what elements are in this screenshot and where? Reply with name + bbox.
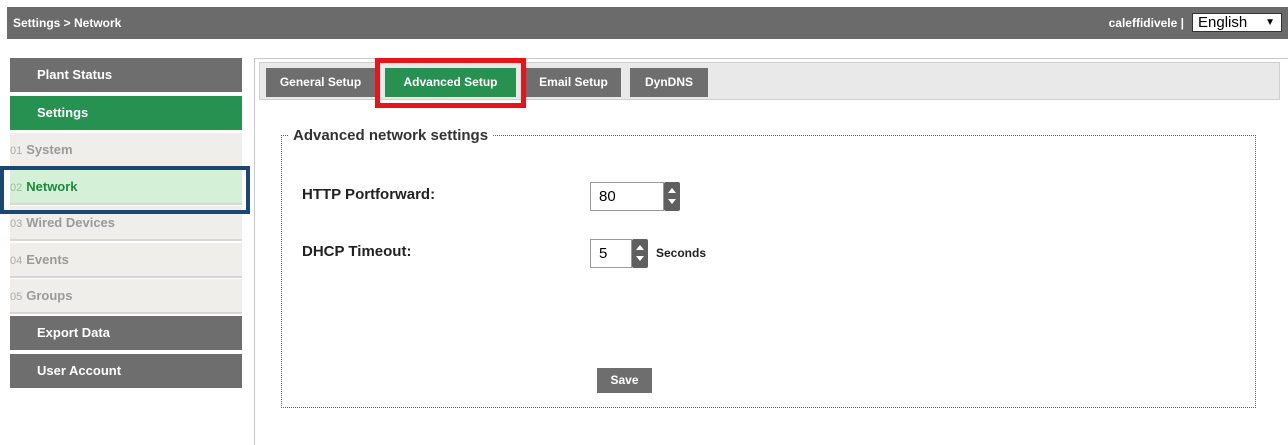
tab-highlight-frame — [375, 58, 526, 108]
tab-dyndns[interactable]: DynDNS — [630, 68, 708, 97]
sidebar-item-plant-status[interactable]: Plant Status — [10, 58, 242, 92]
subitem-label: Groups — [26, 288, 73, 303]
subitem-label: Events — [26, 252, 69, 267]
chevron-down-icon: ▼ — [1265, 17, 1275, 28]
arrow-down-icon — [668, 199, 676, 204]
http-portforward-label: HTTP Portforward: — [302, 186, 436, 203]
subitem-number: 03 — [10, 218, 23, 230]
save-button[interactable]: Save — [597, 368, 652, 393]
subitem-label: Wired Devices — [26, 215, 116, 230]
subitem-number: 05 — [10, 291, 23, 303]
top-bar: Settings > Network caleffidivele | Engli… — [7, 7, 1288, 39]
arrow-up-icon — [668, 188, 676, 193]
language-select[interactable]: English ▼ — [1192, 13, 1282, 32]
dhcp-timeout-stepper[interactable] — [632, 239, 648, 268]
arrow-down-icon — [636, 256, 644, 261]
dhcp-timeout-label: DHCP Timeout: — [302, 243, 412, 260]
subitem-number: 01 — [10, 145, 23, 157]
sidebar-subitem-groups[interactable]: 05 Groups — [10, 279, 242, 314]
advanced-settings-fieldset — [281, 135, 1256, 408]
sidebar-item-settings[interactable]: Settings — [10, 96, 242, 130]
http-portforward-input[interactable]: 80 — [590, 182, 664, 211]
tab-email-setup[interactable]: Email Setup — [526, 68, 621, 97]
fieldset-legend: Advanced network settings — [289, 127, 493, 144]
sidebar-subitem-system[interactable]: 01 System — [10, 133, 242, 168]
sidebar-subitem-events[interactable]: 04 Events — [10, 243, 242, 278]
sidebar-item-export-data[interactable]: Export Data — [10, 316, 242, 350]
dhcp-timeout-unit: Seconds — [656, 246, 707, 260]
tab-general-setup[interactable]: General Setup — [266, 68, 375, 97]
selection-highlight-frame — [0, 166, 250, 214]
http-portforward-stepper[interactable] — [664, 182, 680, 211]
language-select-value: English — [1198, 14, 1248, 31]
sidebar-item-user-account[interactable]: User Account — [10, 354, 242, 388]
username-label: caleffidivele | — [1108, 16, 1184, 30]
arrow-up-icon — [636, 245, 644, 250]
subitem-number: 04 — [10, 255, 23, 267]
dhcp-timeout-input[interactable]: 5 — [590, 239, 632, 268]
subitem-label: System — [26, 142, 73, 157]
breadcrumb: Settings > Network — [13, 16, 122, 30]
